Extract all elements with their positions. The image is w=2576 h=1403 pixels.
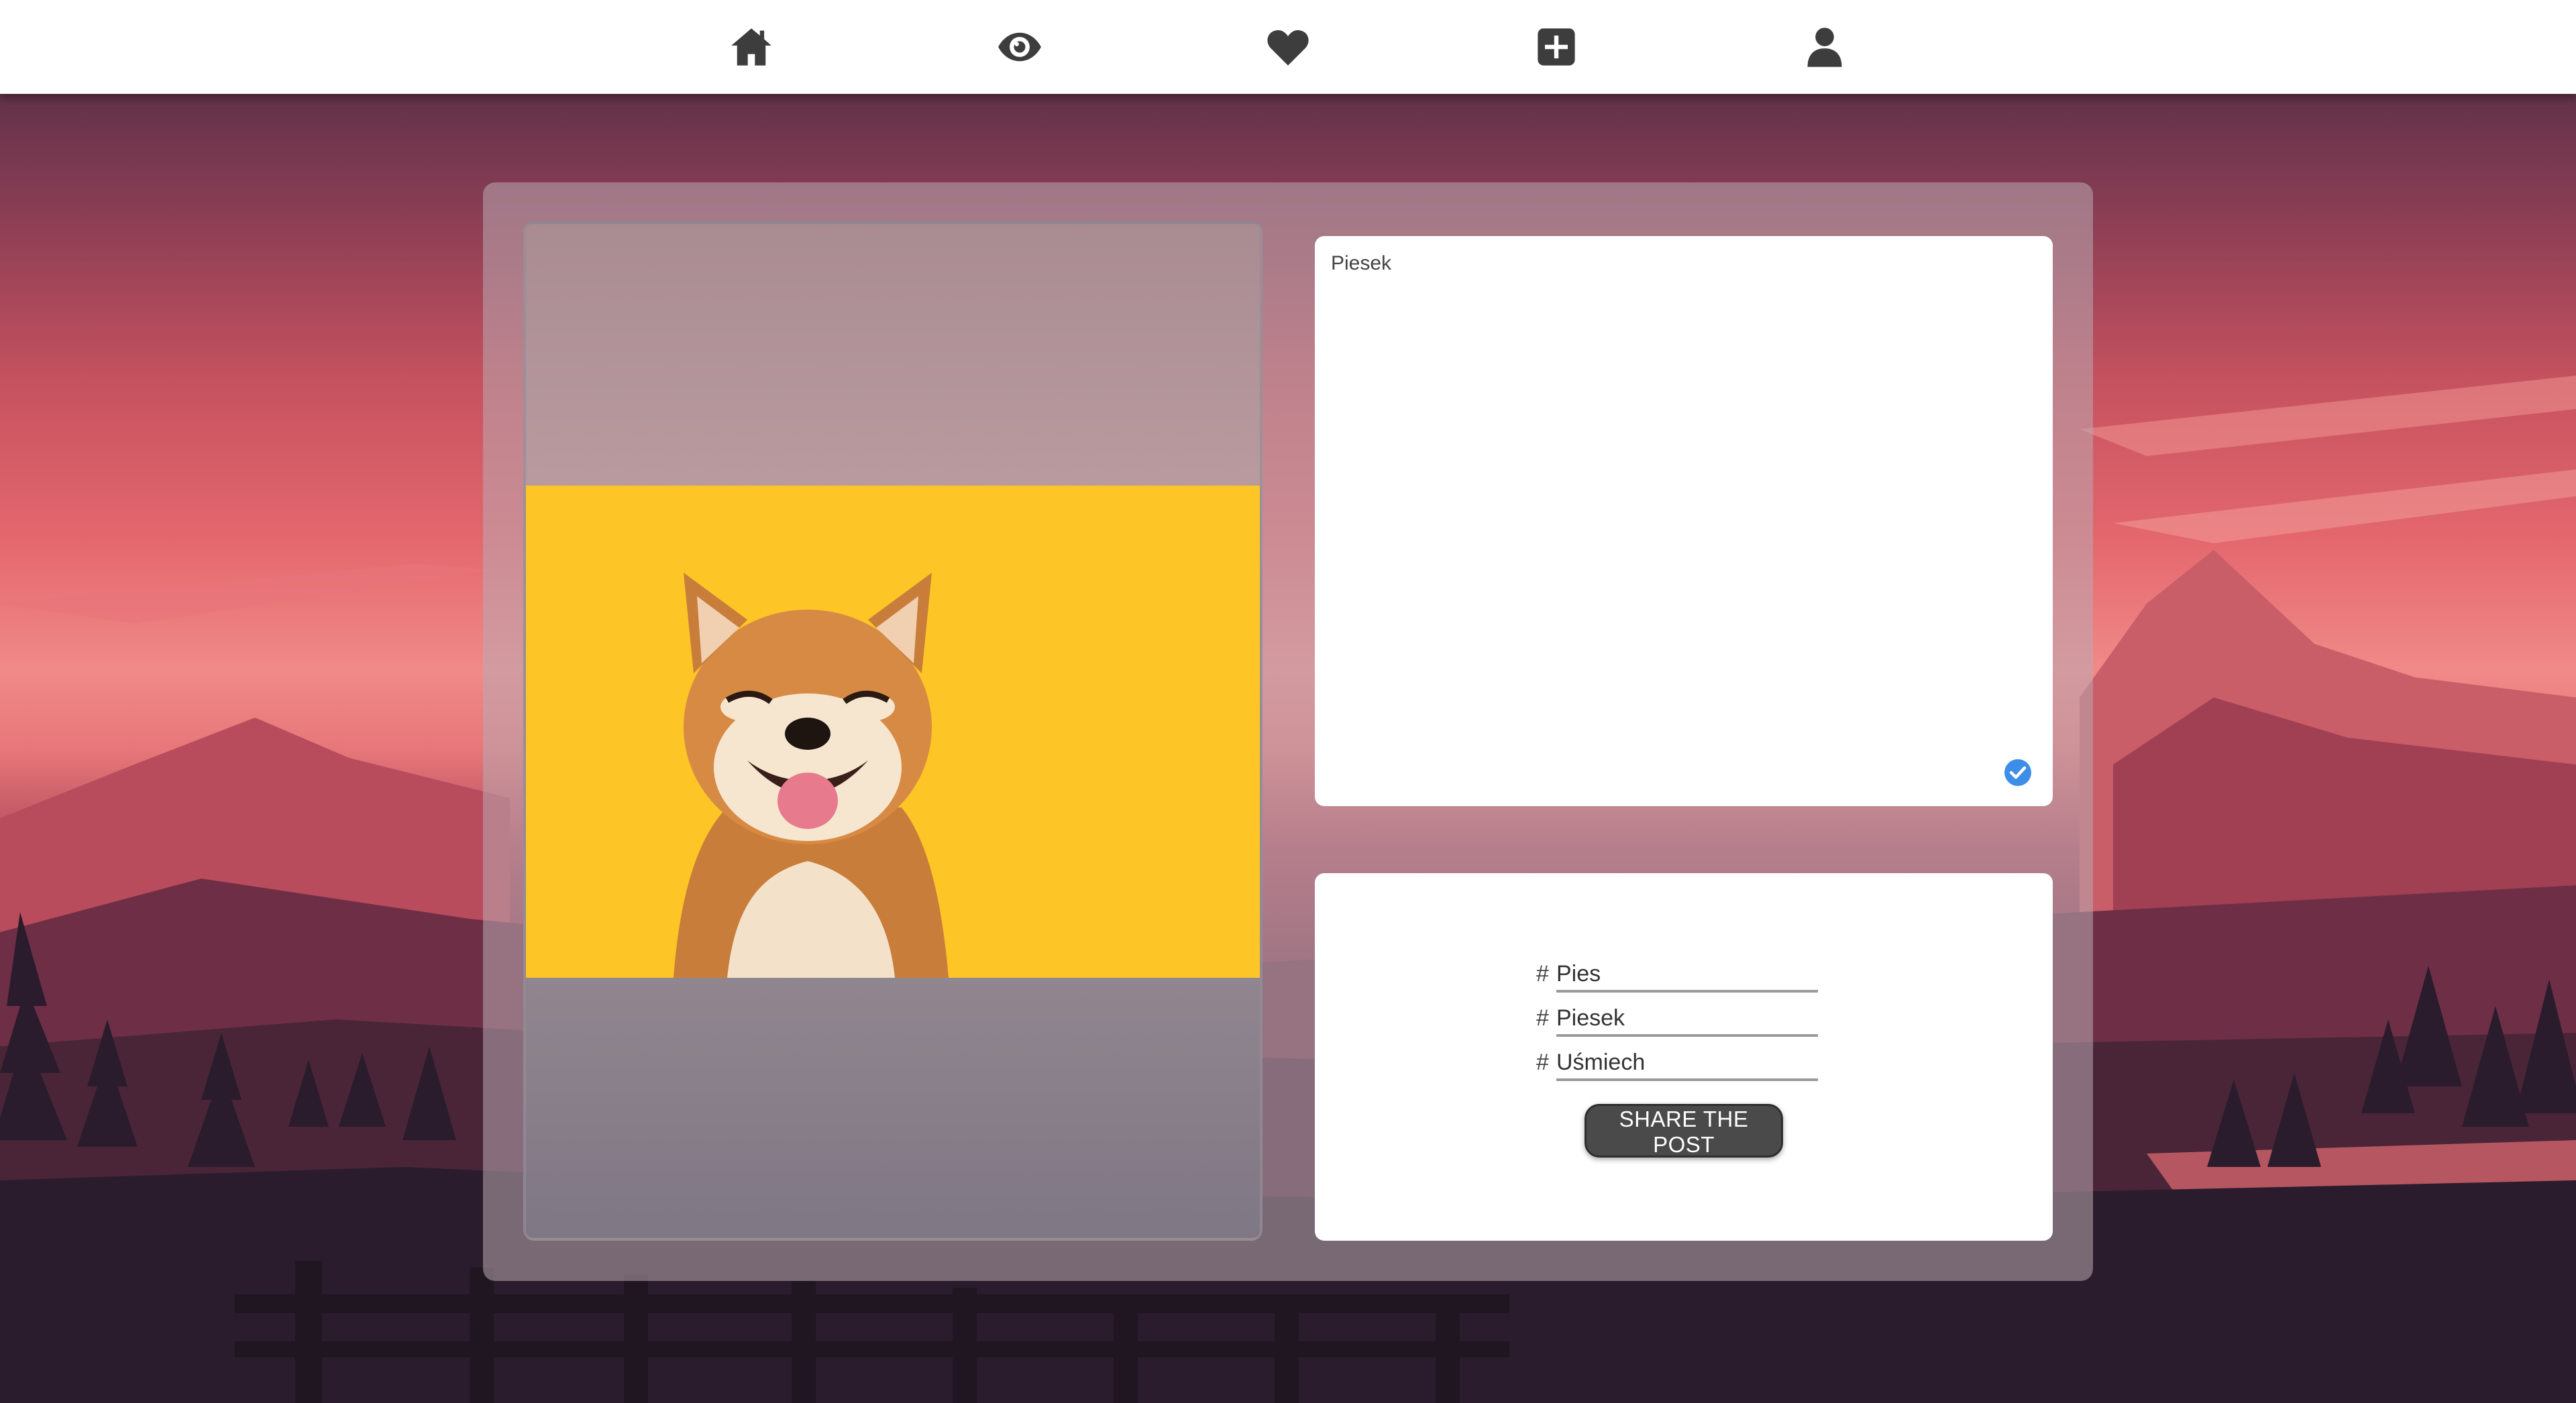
description-card: Piesek (1315, 236, 2053, 806)
description-textarea[interactable]: Piesek (1330, 251, 2027, 774)
check-circle-icon (2004, 759, 2031, 786)
tag-input[interactable]: Pies (1556, 956, 1818, 993)
tag-row: # Piesek (1536, 999, 1818, 1037)
home-icon[interactable] (729, 24, 774, 70)
eye-icon[interactable] (997, 24, 1042, 70)
share-post-button[interactable]: SHARE THE POST (1585, 1104, 1783, 1158)
user-icon[interactable] (1802, 24, 1847, 70)
image-preview-frame[interactable] (523, 221, 1263, 1241)
tag-row: # Pies (1536, 955, 1818, 993)
tag-input[interactable]: Uśmiech (1556, 1045, 1818, 1081)
tags-card: # Pies # Piesek # Uśmiech SHARE THE POST (1315, 873, 2053, 1241)
tag-row: # Uśmiech (1536, 1044, 1818, 1081)
hash-symbol: # (1536, 1050, 1549, 1075)
hash-symbol: # (1536, 1005, 1549, 1031)
tag-input[interactable]: Piesek (1556, 1001, 1818, 1037)
dog-photo (526, 486, 1260, 978)
top-nav-bar (0, 0, 2576, 94)
add-post-icon[interactable] (1534, 24, 1579, 70)
heart-icon[interactable] (1265, 24, 1311, 70)
hash-symbol: # (1536, 961, 1549, 987)
